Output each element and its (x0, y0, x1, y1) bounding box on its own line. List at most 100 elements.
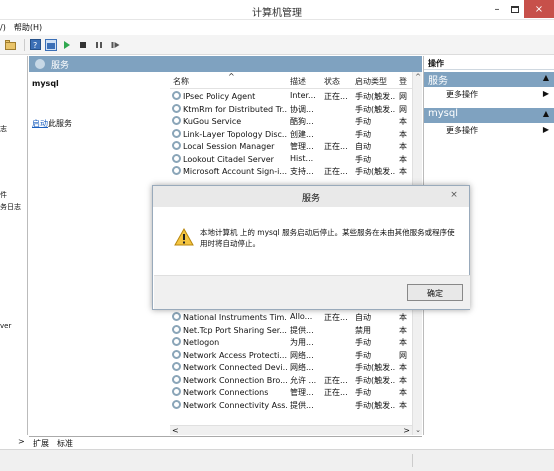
service-login-cell: 本 (399, 167, 407, 176)
service-row[interactable]: IPsec Policy Agent Inter... 正在... 手动(触发... 网 (170, 90, 422, 102)
status-bar (0, 449, 554, 471)
service-name-cell: Net.Tcp Port Sharing Ser... (172, 324, 287, 335)
close-button[interactable]: × (524, 0, 554, 18)
service-row[interactable]: KuGou Service 酷狗... 手动 本 (170, 115, 422, 127)
tree-item-fragment[interactable]: 务日志 (0, 202, 21, 212)
service-desc-cell: 管理... (290, 142, 314, 151)
column-header-status[interactable]: 状态 (324, 76, 340, 87)
properties-icon[interactable] (45, 38, 57, 51)
left-pane-hscroll[interactable]: > (0, 436, 28, 448)
service-row[interactable]: Microsoft Account Sign-i... 支持... 正在... 手动(… (170, 165, 422, 177)
svg-text:?: ? (33, 41, 37, 50)
column-header-log-on-as[interactable]: 登 (399, 76, 407, 87)
collapse-icon[interactable]: ▲ (543, 109, 549, 118)
service-name-text: KtmRm for Distributed Tr... (183, 104, 287, 114)
service-desc-cell: Allo... (290, 312, 313, 321)
service-startup-cell: 手动(触发... (355, 104, 395, 114)
service-login-cell: 本 (399, 363, 407, 372)
menu-item-view-fragment[interactable]: /) (0, 23, 6, 32)
service-row[interactable]: KtmRm for Distributed Tr... 协调... 手动(触发...… (170, 103, 422, 115)
tab-standard[interactable]: 标准 (57, 438, 73, 449)
tree-item-fragment[interactable]: 件 (0, 190, 7, 200)
service-row[interactable]: Network Connectivity Ass... 提供... 手动(触发...… (170, 399, 422, 411)
service-row[interactable]: Net.Tcp Port Sharing Ser... 提供... 禁用 本 (170, 324, 422, 336)
service-name-text: Link-Layer Topology Disc... (183, 129, 287, 139)
actions-section-title: 服务 (428, 76, 448, 87)
actions-section-title: mysql (428, 108, 458, 119)
service-status-cell: 正在... (324, 375, 348, 385)
ok-button[interactable]: 确定 (407, 284, 463, 301)
service-login-cell: 本 (399, 313, 407, 322)
view-tabs: 扩展 标准 (29, 436, 422, 448)
column-header-row: 名称 ^ 描述 状态 启动类型 登 (170, 72, 422, 89)
scroll-left-icon[interactable]: < (172, 426, 179, 435)
gear-icon (172, 141, 181, 150)
service-row[interactable]: National Instruments Tim... Allo... 正在... 自… (170, 311, 422, 323)
more-actions-item[interactable]: 更多操作 ▶ (424, 89, 554, 101)
service-row[interactable]: Network Access Protecti... 网络... 手动 网 (170, 349, 422, 361)
services-header: 服务 (29, 56, 422, 72)
tab-extended[interactable]: 扩展 (33, 438, 49, 449)
service-desc-cell: 网络... (290, 350, 314, 360)
service-row[interactable]: Network Connected Devi... 网络... 手动(触发... 本 (170, 361, 422, 373)
tree-item-fragment[interactable]: ver (0, 322, 11, 330)
scroll-right-icon[interactable]: > (403, 426, 410, 435)
service-row[interactable]: Network Connections 管理... 正在... 手动 本 (170, 386, 422, 398)
actions-section-services[interactable]: 服务 ▲ (424, 72, 554, 87)
tree-item-fragment[interactable]: 志 (0, 124, 7, 134)
services-header-title: 服务 (51, 60, 70, 71)
restart-icon[interactable] (109, 39, 121, 51)
warning-icon (174, 227, 194, 246)
folder-icon[interactable] (4, 39, 16, 51)
service-name-text: Local Session Manager (183, 142, 275, 151)
console-tree-pane: 志 件 务日志 ver (0, 56, 28, 435)
horizontal-scrollbar[interactable]: < > (170, 425, 412, 435)
gear-icon (172, 337, 181, 346)
service-login-cell: 网 (399, 104, 407, 114)
more-actions-item[interactable]: 更多操作 ▶ (424, 125, 554, 137)
gear-icon (172, 116, 181, 125)
column-header-description[interactable]: 描述 (290, 76, 306, 87)
dialog-message: 本地计算机 上的 mysql 服务启动后停止。某些服务在未由其他服务或程序使用时… (200, 228, 455, 248)
service-login-cell: 本 (399, 117, 407, 126)
service-desc-cell: 支持... (290, 167, 314, 176)
service-name-text: Network Connected Devi... (183, 363, 287, 372)
help-icon[interactable]: ? (29, 39, 41, 51)
column-header-startup-type[interactable]: 启动类型 (355, 76, 387, 87)
service-login-cell: 本 (399, 154, 407, 164)
gear-icon (172, 387, 181, 396)
actions-section-mysql[interactable]: mysql ▲ (424, 108, 554, 123)
service-desc-cell: 网络... (290, 363, 314, 372)
play-icon[interactable] (61, 39, 73, 51)
minimize-button[interactable]: – (488, 0, 506, 18)
gear-icon (172, 166, 181, 175)
maximize-button[interactable] (506, 0, 524, 18)
menu-item-help[interactable]: 帮助(H) (14, 22, 42, 33)
service-row[interactable]: Netlogon 为用... 手动 本 (170, 336, 422, 348)
service-startup-cell: 手动(触发... (355, 400, 395, 410)
scroll-down-icon[interactable]: ⌄ (413, 426, 423, 434)
service-desc-cell: 创建... (290, 129, 314, 139)
service-name-text: KuGou Service (183, 117, 242, 126)
service-row[interactable]: Lookout Citadel Server Hist... 手动 本 (170, 153, 422, 165)
search-services-icon (35, 59, 45, 69)
collapse-icon[interactable]: ▲ (543, 73, 549, 82)
service-row[interactable]: Local Session Manager 管理... 正在... 自动 本 (170, 140, 422, 152)
scroll-right-icon[interactable]: > (18, 437, 25, 446)
service-desc-cell: 协调... (290, 104, 314, 114)
pause-icon[interactable] (93, 39, 105, 51)
scroll-up-icon[interactable]: ^ (413, 73, 423, 81)
service-status-cell: 正在... (324, 92, 348, 101)
service-name-cell: Lookout Citadel Server (172, 153, 287, 164)
gear-icon (172, 153, 181, 163)
column-header-name[interactable]: 名称 (173, 76, 189, 87)
dialog-title: 服务 (153, 186, 469, 207)
start-service-link[interactable]: 启动 (32, 119, 48, 128)
service-row[interactable]: Network Connection Bro... 允许 ... 正在... 手动(触… (170, 374, 422, 386)
title-bar: 计算机管理 – × (0, 0, 554, 20)
service-status-cell: 正在... (324, 142, 348, 151)
dialog-close-button[interactable]: × (446, 190, 462, 202)
status-bar-section (412, 454, 552, 467)
stop-icon[interactable] (77, 39, 89, 51)
service-row[interactable]: Link-Layer Topology Disc... 创建... 手动 本 (170, 128, 422, 140)
